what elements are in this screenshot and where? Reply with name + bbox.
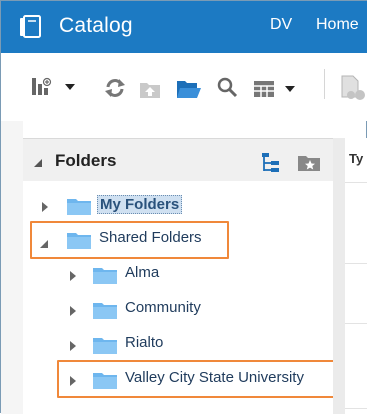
folder-icon [93,267,117,289]
panel-title: Folders [55,151,117,170]
row-divider [345,408,367,409]
nav-link-dv[interactable]: DV [270,16,292,34]
tree-row-community[interactable]: Community [23,295,323,323]
properties-icon[interactable] [339,75,367,106]
tree-item-label[interactable]: Rialto [125,334,163,351]
tree-row-alma[interactable]: Alma [23,260,323,288]
expand-arrow-icon[interactable] [41,200,49,218]
tree-view-icon[interactable] [261,152,281,179]
tree-row-my-folders[interactable]: My Folders [23,191,323,219]
highlight-box-valley-city [57,360,335,398]
page-title: Catalog [59,14,133,37]
expand-arrow-icon[interactable] [69,304,77,322]
panel-splitter[interactable] [333,138,345,414]
app-header: Catalog DV Home [1,1,367,53]
tree-item-label[interactable]: Community [125,299,201,316]
row-divider [345,182,367,183]
highlight-box-shared-folders [30,221,229,259]
open-folder-icon[interactable] [176,78,202,105]
expand-arrow-icon[interactable] [69,269,77,287]
folder-icon [93,337,117,359]
search-icon[interactable] [217,77,239,104]
nav-link-home[interactable]: Home [316,16,359,34]
toolbar-separator [324,69,325,99]
upload-icon[interactable] [139,79,163,104]
row-divider [345,263,367,264]
left-gutter [1,121,23,414]
tree-row-rialto[interactable]: Rialto [23,330,323,358]
column-header-type[interactable]: Ty [349,151,363,166]
view-menu-icon[interactable] [253,79,301,104]
folders-panel-header: Folders [23,139,333,181]
tree-item-label[interactable]: Alma [125,264,159,281]
catalog-book-icon [18,15,44,44]
content-panel: Ty [345,138,367,414]
tree-item-label[interactable]: My Folders [97,195,183,214]
row-divider [345,323,367,324]
collapse-panel-icon[interactable] [33,155,43,173]
refresh-icon[interactable] [104,78,126,103]
folder-icon [93,302,117,324]
add-favorite-icon[interactable] [297,154,321,177]
expand-arrow-icon[interactable] [69,339,77,357]
new-item-icon[interactable] [31,76,75,103]
folder-icon [67,198,91,220]
